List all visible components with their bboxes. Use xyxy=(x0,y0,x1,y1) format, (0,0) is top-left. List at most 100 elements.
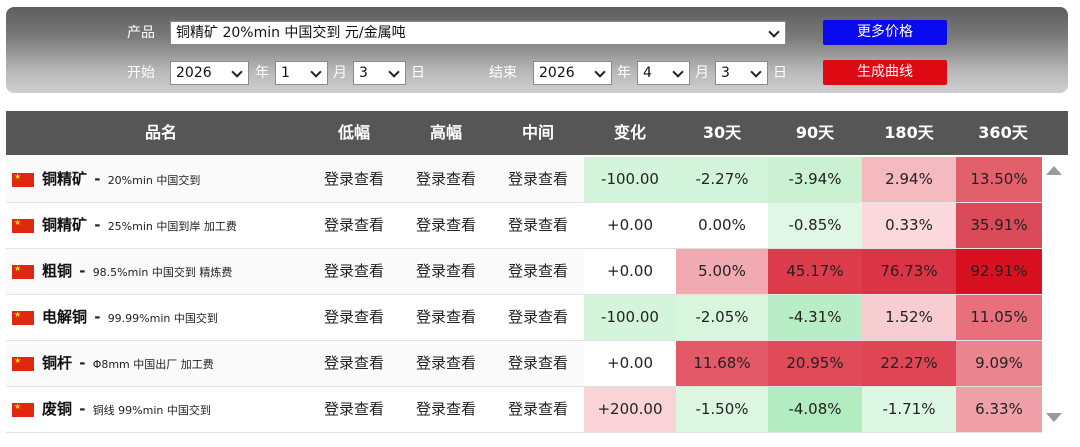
value-d180: 1.52% xyxy=(862,295,956,340)
value-d90: -3.94% xyxy=(768,157,862,202)
product-label: 产品 xyxy=(127,25,155,41)
login-to-view-high[interactable]: 登录查看 xyxy=(400,157,492,202)
login-to-view-mid[interactable]: 登录查看 xyxy=(492,249,584,294)
product-title: 电解铜 xyxy=(42,308,88,326)
col-header-360d: 360天 xyxy=(978,123,1028,142)
end-label: 结束 xyxy=(489,65,517,81)
value-d90: 20.95% xyxy=(768,341,862,386)
product-spec: 25%min 中国到岸 加工费 xyxy=(107,220,237,233)
start-year-select[interactable]: 2026 xyxy=(170,61,249,85)
end-month-value: 4 xyxy=(643,65,652,81)
col-header-change: 变化 xyxy=(613,123,646,142)
china-flag-icon xyxy=(12,216,34,233)
value-change: -100.00 xyxy=(584,295,676,340)
login-to-view-low[interactable]: 登录查看 xyxy=(308,157,400,202)
login-to-view-high[interactable]: 登录查看 xyxy=(400,295,492,340)
separator: - xyxy=(89,170,106,188)
separator: - xyxy=(74,354,91,372)
value-d180: 22.27% xyxy=(862,341,956,386)
value-change: -100.00 xyxy=(584,157,676,202)
login-to-view-mid[interactable]: 登录查看 xyxy=(492,295,584,340)
chevron-down-icon xyxy=(231,66,243,78)
login-to-view-mid[interactable]: 登录查看 xyxy=(492,203,584,248)
value-d30: 5.00% xyxy=(676,249,768,294)
china-flag-icon xyxy=(12,170,34,187)
table-row[interactable]: 粗铜 - 98.5%min 中国交到 精炼费登录查看登录查看登录查看+0.005… xyxy=(6,249,1042,295)
login-to-view-low[interactable]: 登录查看 xyxy=(308,249,400,294)
end-day-unit: 日 xyxy=(773,65,787,81)
table-row[interactable]: 废铜 - 铜线 99%min 中国交到登录查看登录查看登录查看+200.00-1… xyxy=(6,387,1042,433)
col-header-30d: 30天 xyxy=(702,123,742,142)
value-d360: 13.50% xyxy=(956,157,1042,202)
separator: - xyxy=(74,262,91,280)
login-to-view-high[interactable]: 登录查看 xyxy=(400,203,492,248)
product-spec: 99.99%min 中国交到 xyxy=(107,312,218,325)
product-select-value: 铜精矿 20%min 中国交到 元/金属吨 xyxy=(176,25,406,41)
value-d180: 0.33% xyxy=(862,203,956,248)
product-select[interactable]: 铜精矿 20%min 中国交到 元/金属吨 xyxy=(170,21,786,45)
generate-curve-button[interactable]: 生成曲线 xyxy=(823,60,947,85)
product-name[interactable]: 铜精矿 - 25%min 中国到岸 加工费 xyxy=(42,203,237,248)
table-row[interactable]: 铜精矿 - 25%min 中国到岸 加工费登录查看登录查看登录查看+0.000.… xyxy=(6,203,1042,249)
start-day-select[interactable]: 3 xyxy=(353,61,406,85)
product-name[interactable]: 铜杆 - Φ8mm 中国出厂 加工费 xyxy=(42,341,214,386)
login-to-view-high[interactable]: 登录查看 xyxy=(400,387,492,432)
col-header-name: 品名 xyxy=(144,123,177,142)
value-change: +0.00 xyxy=(584,203,676,248)
value-d30: -1.50% xyxy=(676,387,768,432)
product-title: 铜精矿 xyxy=(42,170,88,188)
start-year-unit: 年 xyxy=(255,65,269,81)
start-month-select[interactable]: 1 xyxy=(275,61,328,85)
end-month-select[interactable]: 4 xyxy=(637,61,690,85)
more-prices-button[interactable]: 更多价格 xyxy=(823,20,947,45)
end-day-select[interactable]: 3 xyxy=(715,61,768,85)
product-spec: 98.5%min 中国交到 精炼费 xyxy=(92,266,233,279)
login-to-view-high[interactable]: 登录查看 xyxy=(400,341,492,386)
end-year-value: 2026 xyxy=(539,65,575,81)
product-name[interactable]: 铜精矿 - 20%min 中国交到 xyxy=(42,157,200,202)
table-row[interactable]: 铜精矿 - 20%min 中国交到登录查看登录查看登录查看-100.00-2.2… xyxy=(6,157,1042,203)
product-spec: 铜线 99%min 中国交到 xyxy=(92,404,211,417)
product-name[interactable]: 废铜 - 铜线 99%min 中国交到 xyxy=(42,387,211,432)
end-month-unit: 月 xyxy=(695,65,709,81)
col-header-low: 低幅 xyxy=(337,123,370,142)
scroll-up-icon[interactable] xyxy=(1046,166,1062,175)
value-d30: -2.27% xyxy=(676,157,768,202)
login-to-view-low[interactable]: 登录查看 xyxy=(308,341,400,386)
login-to-view-low[interactable]: 登录查看 xyxy=(308,203,400,248)
scroll-down-icon[interactable] xyxy=(1046,413,1062,422)
separator: - xyxy=(89,216,106,234)
col-header-90d: 90天 xyxy=(795,123,835,142)
login-to-view-mid[interactable]: 登录查看 xyxy=(492,387,584,432)
login-to-view-low[interactable]: 登录查看 xyxy=(308,387,400,432)
end-year-select[interactable]: 2026 xyxy=(533,61,612,85)
value-d30: 11.68% xyxy=(676,341,768,386)
value-d360: 6.33% xyxy=(956,387,1042,432)
table-row[interactable]: 铜杆 - Φ8mm 中国出厂 加工费登录查看登录查看登录查看+0.0011.68… xyxy=(6,341,1042,387)
product-spec: 20%min 中国交到 xyxy=(107,174,201,187)
login-to-view-mid[interactable]: 登录查看 xyxy=(492,341,584,386)
value-d360: 11.05% xyxy=(956,295,1042,340)
value-d90: -0.85% xyxy=(768,203,862,248)
value-d90: -4.31% xyxy=(768,295,862,340)
value-d180: -1.71% xyxy=(862,387,956,432)
login-to-view-low[interactable]: 登录查看 xyxy=(308,295,400,340)
china-flag-icon xyxy=(12,262,34,279)
value-change: +200.00 xyxy=(584,387,676,432)
china-flag-icon xyxy=(12,308,34,325)
product-title: 废铜 xyxy=(42,400,73,418)
product-name[interactable]: 粗铜 - 98.5%min 中国交到 精炼费 xyxy=(42,249,232,294)
start-month-value: 1 xyxy=(281,65,290,81)
product-title: 粗铜 xyxy=(42,262,73,280)
start-month-unit: 月 xyxy=(333,65,347,81)
table-row[interactable]: 电解铜 - 99.99%min 中国交到登录查看登录查看登录查看-100.00-… xyxy=(6,295,1042,341)
start-label: 开始 xyxy=(127,65,155,81)
product-name[interactable]: 电解铜 - 99.99%min 中国交到 xyxy=(42,295,218,340)
login-to-view-high[interactable]: 登录查看 xyxy=(400,249,492,294)
start-day-unit: 日 xyxy=(411,65,425,81)
col-header-high: 高幅 xyxy=(429,123,462,142)
china-flag-icon xyxy=(12,354,34,371)
login-to-view-mid[interactable]: 登录查看 xyxy=(492,157,584,202)
filter-panel: 产品 铜精矿 20%min 中国交到 元/金属吨 更多价格 开始 2026 年 … xyxy=(6,7,1068,93)
col-header-180d: 180天 xyxy=(884,123,934,142)
